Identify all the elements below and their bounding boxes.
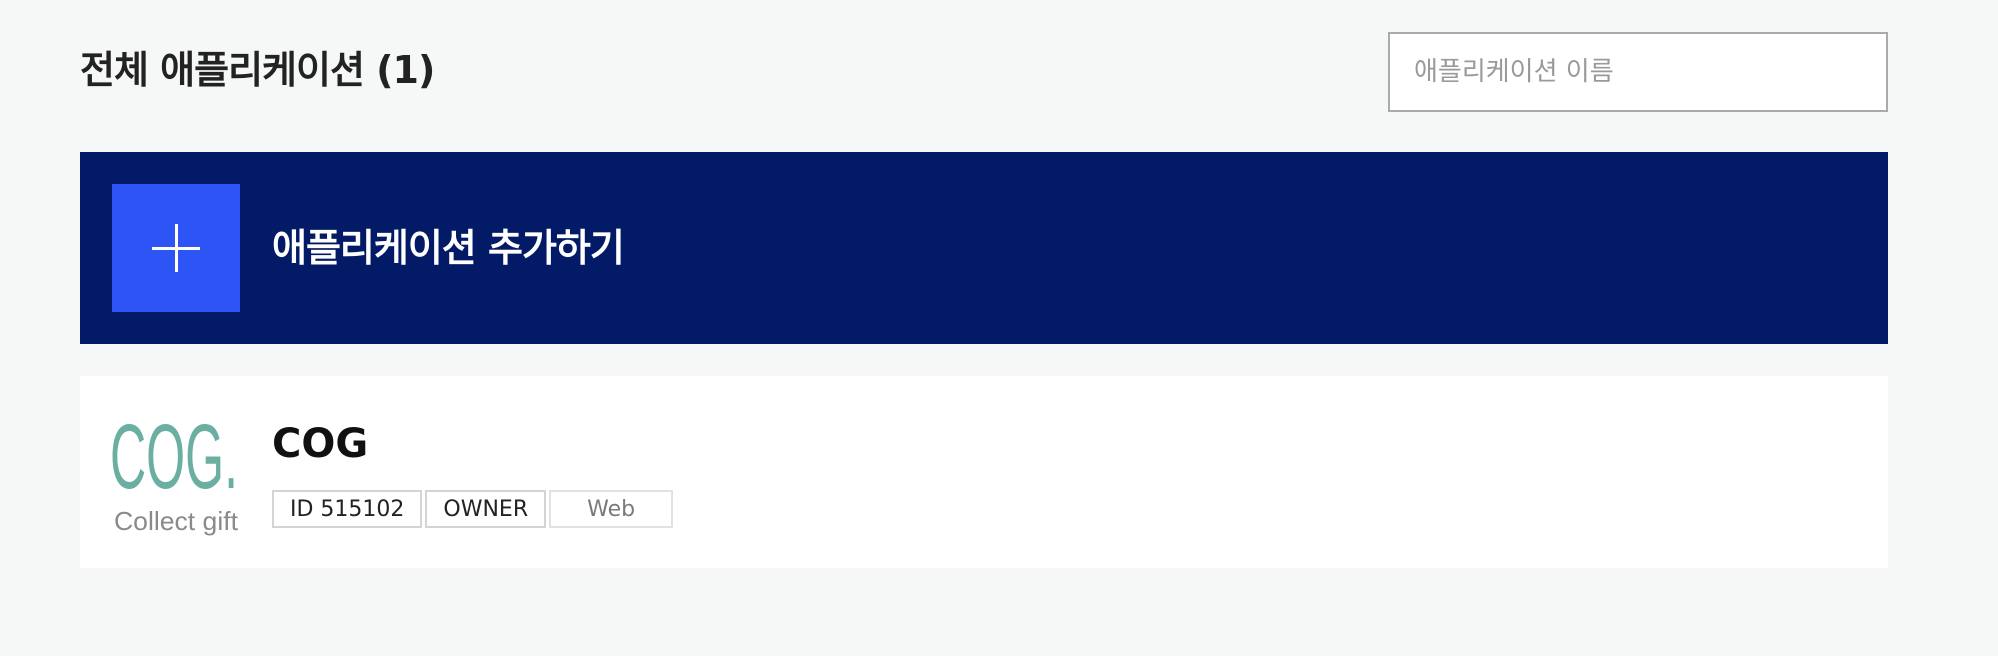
logo-text: COG. [112, 406, 238, 508]
platform-badge: Web [549, 490, 674, 528]
app-logo: COG. Collect gift [112, 406, 239, 536]
role-badge: OWNER [425, 490, 547, 528]
logo-tagline: Collect gift [114, 506, 239, 536]
add-application-label: 애플리케이션 추가하기 [272, 226, 625, 270]
app-card[interactable]: COG. Collect gift COG ID 515102 OWNER We… [80, 376, 1888, 568]
app-tags: ID 515102 OWNER Web [272, 490, 674, 528]
page-title: 전체 애플리케이션 (1) [80, 48, 435, 92]
app-name: COG [272, 421, 369, 467]
app-id-badge: ID 515102 [272, 490, 423, 528]
add-application-button[interactable]: 애플리케이션 추가하기 [80, 152, 1888, 344]
search-input[interactable] [1388, 32, 1888, 112]
plus-icon [112, 184, 240, 312]
